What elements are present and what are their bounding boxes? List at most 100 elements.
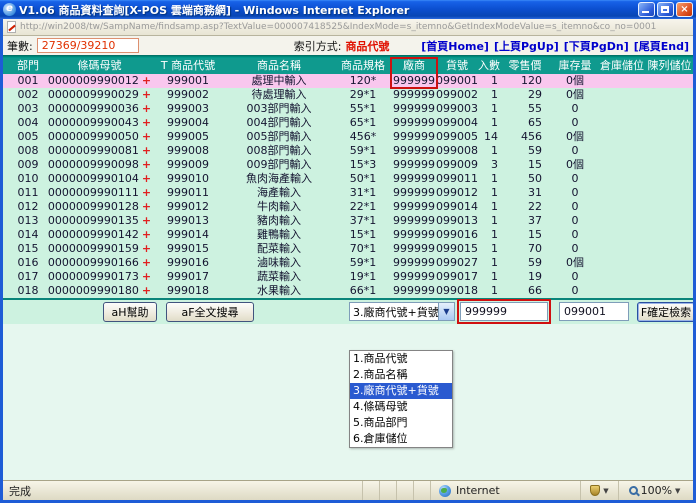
paging-link[interactable]: [下頁PgDn]	[564, 38, 629, 54]
cell-itemno: 099011	[436, 172, 478, 186]
table-row[interactable]: 0160000009990166+999016滷味輸入59*1999999099…	[3, 256, 693, 270]
paging-link[interactable]: [上頁PgUp]	[494, 38, 559, 54]
index-mode-select-value: 3.廠商代號+貨號	[350, 304, 438, 320]
cell-qty: 3	[478, 158, 508, 172]
address-bar: http://win2008/tw/SampName/findsamp.asp?…	[3, 19, 693, 36]
column-header-vendor: 廠商	[392, 58, 436, 74]
plus-mark: +	[142, 130, 151, 143]
cell-qty: 14	[478, 130, 508, 144]
cell-code: 999003	[152, 102, 224, 116]
cell-spec: 66*1	[334, 284, 392, 298]
table-row[interactable]: 0080000009990081+999008008部門輸入59*1999999…	[3, 144, 693, 158]
plus-mark: +	[142, 228, 151, 241]
table-row[interactable]: 0110000009990111+999011海產輸入31*1999999099…	[3, 186, 693, 200]
vendor-code-input[interactable]: 999999	[460, 302, 548, 321]
table-row[interactable]: 0120000009990128+999012牛肉輸入22*1999999099…	[3, 200, 693, 214]
table-row[interactable]: 0090000009990098+999009009部門輸入15*3999999…	[3, 158, 693, 172]
zoom-control[interactable]: 100% ▼	[618, 481, 690, 500]
chevron-down-icon: ▼	[438, 303, 454, 320]
dropdown-option[interactable]: 6.倉庫儲位	[350, 431, 452, 447]
cell-code: 999016	[152, 256, 224, 270]
cell-spec: 22*1	[334, 200, 392, 214]
column-header-display: 陳列儲位	[646, 58, 693, 74]
dropdown-option[interactable]: 1.商品代號	[350, 351, 452, 367]
index-mode-select[interactable]: 3.廠商代號+貨號 ▼	[349, 302, 455, 321]
cell-barcode: 0000009990104+	[47, 172, 152, 186]
paging-link[interactable]: [尾頁End]	[634, 38, 689, 54]
plus-mark: +	[142, 200, 151, 213]
table-row[interactable]: 0170000009990173+999017蔬菜輸入19*1999999099…	[3, 270, 693, 284]
status-segment	[362, 481, 379, 500]
cell-spec: 55*1	[334, 102, 392, 116]
table-row[interactable]: 0140000009990142+999014雞鴨輸入15*1999999099…	[3, 228, 693, 242]
chevron-down-icon: ▼	[675, 487, 680, 495]
cell-code: 999001	[152, 74, 224, 88]
cell-stock: 0	[552, 214, 598, 228]
cell-warehouse	[598, 130, 646, 144]
plus-mark: +	[142, 116, 151, 129]
table-row[interactable]: 0130000009990135+999013豬肉輸入37*1999999099…	[3, 214, 693, 228]
search-controls: aH幫助 aF全文搜尋 3.廠商代號+貨號 ▼ 999999 099001 F確…	[3, 300, 693, 324]
window-title: V1.06 商品資料查詢[X-POS 雲端商務網] - Windows Inte…	[19, 2, 636, 18]
cell-code: 999004	[152, 116, 224, 130]
cell-stock: 0個	[552, 158, 598, 172]
column-header-dept: 部門	[9, 58, 47, 74]
table-row[interactable]: 0040000009990043+999004004部門輸入65*1999999…	[3, 116, 693, 130]
cell-dept: 003	[9, 102, 47, 116]
cell-name: 處理中輸入	[224, 74, 334, 88]
table-row[interactable]: 0030000009990036+999003003部門輸入55*1999999…	[3, 102, 693, 116]
phishing-filter-control[interactable]: ▼	[580, 481, 618, 500]
confirm-search-button[interactable]: F確定檢索	[637, 302, 693, 322]
cell-name: 豬肉輸入	[224, 214, 334, 228]
cell-qty: 1	[478, 102, 508, 116]
cell-warehouse	[598, 74, 646, 88]
table-row[interactable]: 0150000009990159+999015配菜輸入70*1999999099…	[3, 242, 693, 256]
item-number-input[interactable]: 099001	[559, 302, 629, 321]
cell-name: 009部門輸入	[224, 158, 334, 172]
cell-spec: 50*1	[334, 172, 392, 186]
cell-name: 牛肉輸入	[224, 200, 334, 214]
dropdown-option[interactable]: 5.商品部門	[350, 415, 452, 431]
cell-itemno: 099016	[436, 228, 478, 242]
plus-mark: +	[142, 256, 151, 269]
page-background	[3, 324, 693, 452]
cell-dept: 012	[9, 200, 47, 214]
table-row[interactable]: 0100000009990104+999010魚肉海產輸入50*19999990…	[3, 172, 693, 186]
column-header-qty: 入數	[478, 58, 508, 74]
cell-price: 37	[508, 214, 552, 228]
cell-spec: 456*	[334, 130, 392, 144]
table-row[interactable]: 0020000009990029+999002待處理輸入29*199999909…	[3, 88, 693, 102]
table-row[interactable]: 0050000009990050+999005005部門輸入456*999999…	[3, 130, 693, 144]
column-header-spec: 商品規格	[334, 58, 392, 74]
fulltext-search-button[interactable]: aF全文搜尋	[166, 302, 254, 322]
plus-mark: +	[142, 88, 151, 101]
cell-spec: 59*1	[334, 144, 392, 158]
cell-name: 005部門輸入	[224, 130, 334, 144]
dropdown-option[interactable]: 4.條碼母號	[350, 399, 452, 415]
table-row[interactable]: 0010000009990012+999001處理中輸入120*99999909…	[3, 74, 693, 88]
help-button[interactable]: aH幫助	[103, 302, 157, 322]
cell-vendor: 999999	[392, 102, 436, 116]
minimize-button[interactable]	[638, 2, 655, 17]
cell-barcode: 0000009990180+	[47, 284, 152, 298]
cell-qty: 1	[478, 242, 508, 256]
maximize-button[interactable]	[657, 2, 674, 17]
dropdown-option[interactable]: 3.廠商代號+貨號	[350, 383, 452, 399]
cell-display	[646, 270, 693, 284]
cell-price: 29	[508, 88, 552, 102]
paging-link[interactable]: [首頁Home]	[421, 38, 489, 54]
cell-price: 19	[508, 270, 552, 284]
cell-itemno: 099013	[436, 214, 478, 228]
cell-vendor: 999999	[392, 172, 436, 186]
table-row[interactable]: 0180000009990180+999018水果輸入66*1999999099…	[3, 284, 693, 298]
url-text[interactable]: http://win2008/tw/SampName/findsamp.asp?…	[20, 22, 656, 32]
cell-name: 滷味輸入	[224, 256, 334, 270]
record-count-field[interactable]: 27369/39210	[37, 38, 139, 53]
close-button[interactable]: ×	[676, 2, 693, 17]
dropdown-option[interactable]: 2.商品名稱	[350, 367, 452, 383]
table-header-row: 部門條碼母號T 商品代號商品名稱商品規格廠商貨號入數零售價庫存量倉庫儲位陳列儲位	[3, 58, 693, 74]
cell-dept: 011	[9, 186, 47, 200]
cell-price: 15	[508, 228, 552, 242]
cell-stock: 0	[552, 116, 598, 130]
cell-vendor: 999999	[392, 270, 436, 284]
